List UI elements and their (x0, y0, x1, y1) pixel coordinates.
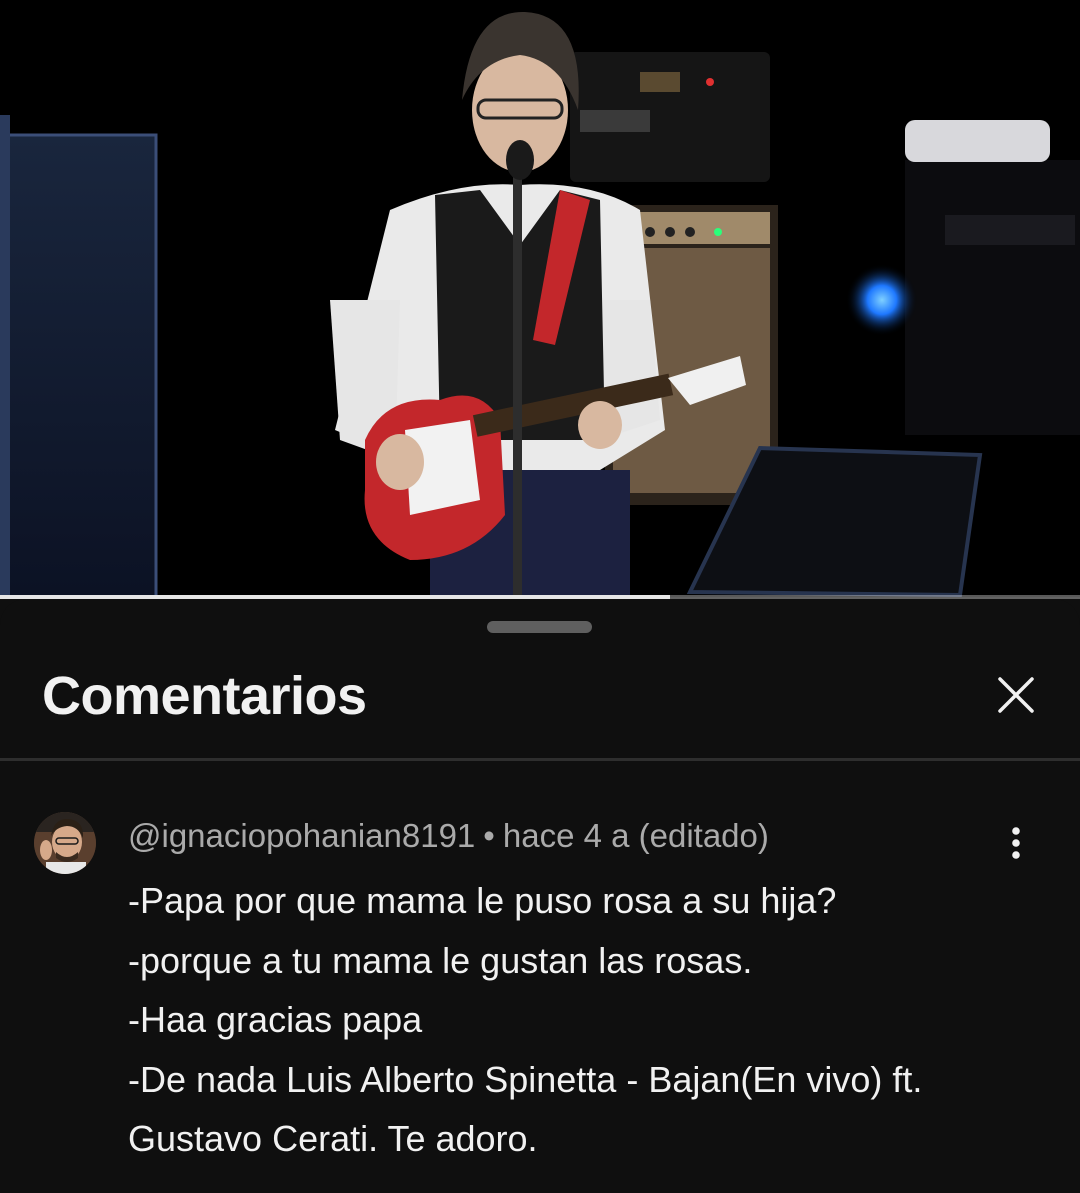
more-vertical-icon (1012, 827, 1020, 859)
comment-author[interactable]: @ignaciopohanian8191 (128, 817, 475, 854)
comment-line: -porque a tu mama le gustan las rosas. (128, 939, 753, 981)
comment-line: -De nada Luis Alberto Spinetta - Bajan(E… (128, 1058, 923, 1100)
comment-text: -Papa por que mama le puso rosa a su hij… (128, 871, 1028, 1169)
avatar-image (34, 812, 96, 874)
close-icon (998, 677, 1034, 713)
comment-meta: @ignaciopohanian8191 • hace 4 a (editado) (128, 817, 769, 855)
drag-handle[interactable] (487, 621, 592, 633)
comment-line: -Haa gracias papa (128, 999, 423, 1040)
video-frame (0, 0, 1080, 597)
close-button[interactable] (990, 669, 1042, 721)
meta-separator: • (483, 817, 495, 854)
comment-line: Gustavo Cerati. Te adoro. (128, 1118, 538, 1159)
comment-line: -Papa por que mama le puso rosa a su hij… (128, 880, 837, 921)
comment-timestamp: hace 4 a (editado) (502, 817, 769, 854)
comments-panel: Comentarios @ignaciopohanian8191 • hace 4 … (0, 599, 1080, 1193)
video-player[interactable] (0, 0, 1080, 597)
avatar[interactable] (34, 812, 96, 874)
comment-menu-button[interactable] (996, 821, 1036, 869)
panel-title: Comentarios (42, 666, 367, 726)
header-divider (0, 758, 1080, 761)
